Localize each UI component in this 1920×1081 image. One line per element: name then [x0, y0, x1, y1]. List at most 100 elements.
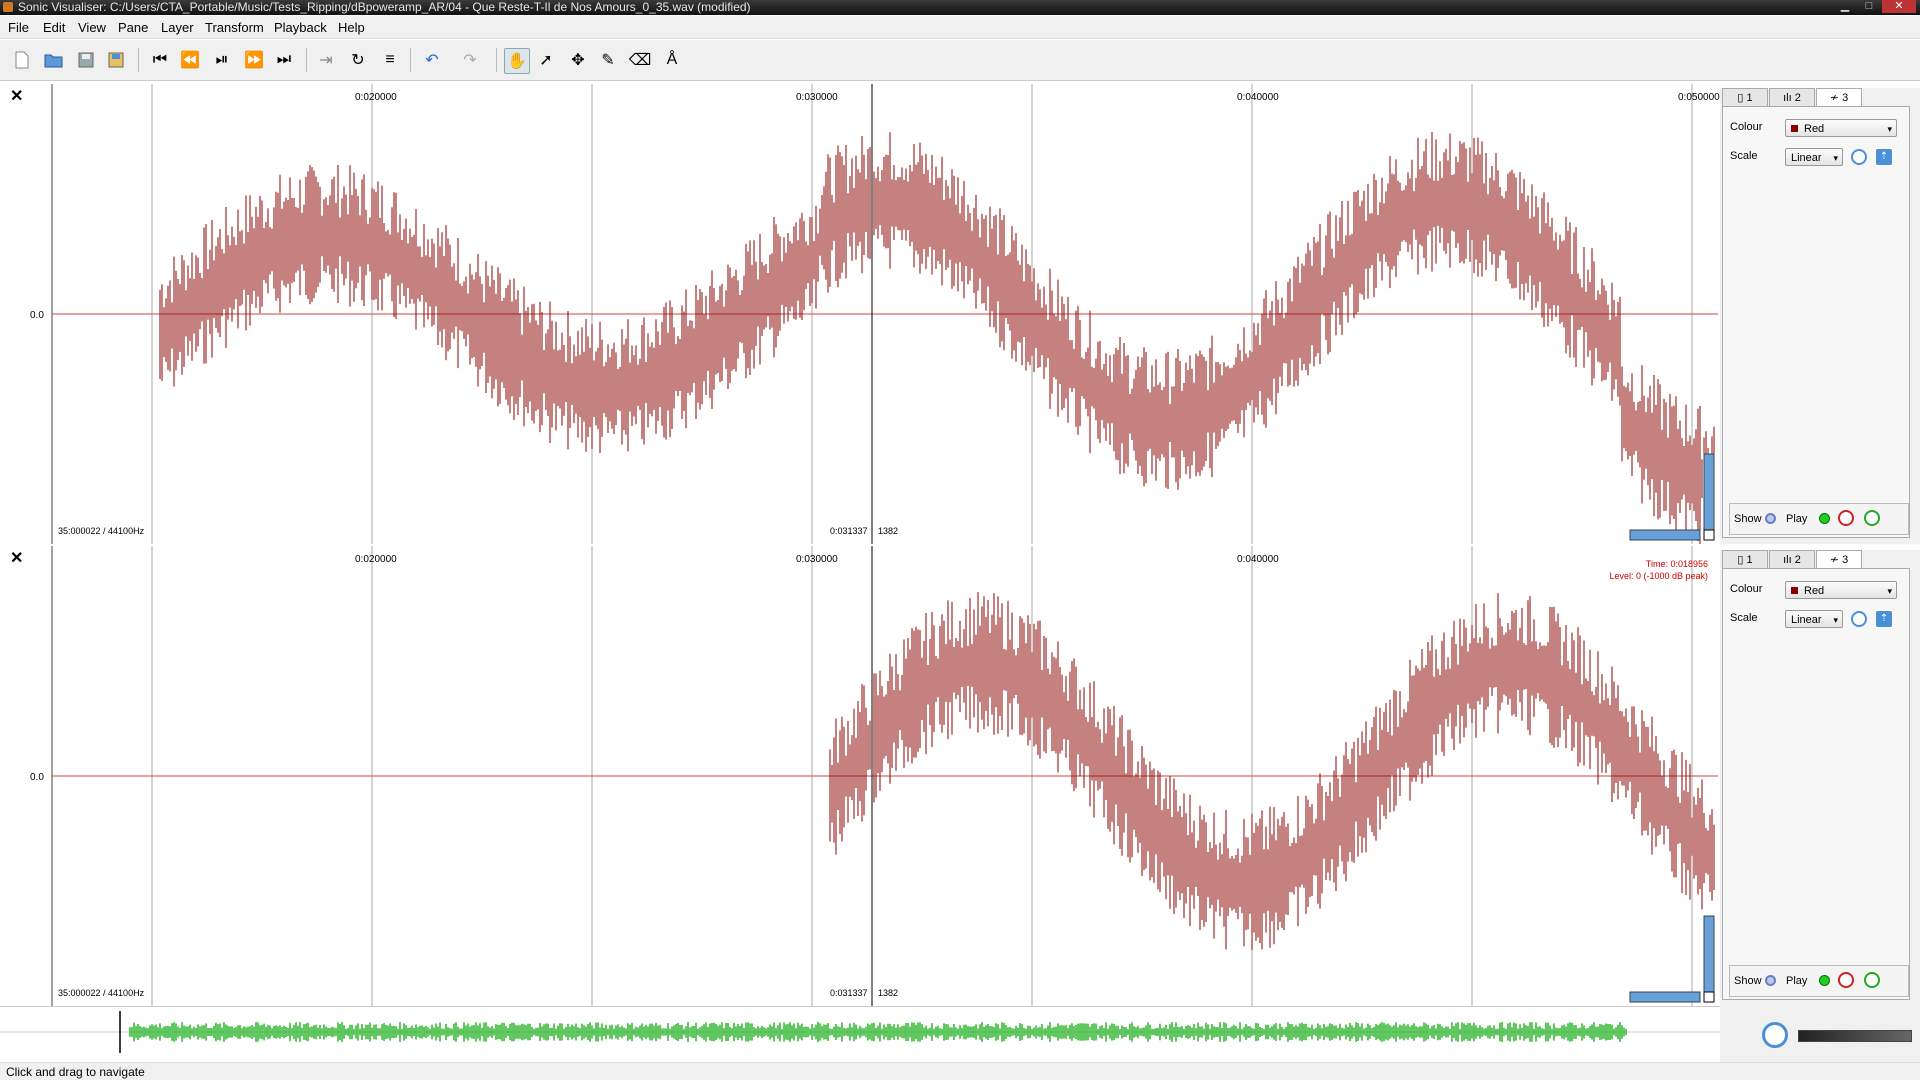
close-button[interactable]: ✕	[1882, 0, 1916, 13]
menu-transform[interactable]: Transform	[205, 20, 264, 35]
tab-layer-1[interactable]: ▯ 1	[1722, 550, 1768, 569]
time-tick-label: 0:050000	[1678, 92, 1720, 103]
cursor-frame-label: 1382	[878, 526, 899, 536]
colour-label: Colour	[1730, 121, 1763, 133]
time-tick-label: 0:040000	[1237, 554, 1279, 565]
select-icon[interactable]: ➚	[534, 48, 558, 72]
scale-select[interactable]: Linear	[1785, 610, 1843, 629]
forward-end-icon[interactable]: ⏭	[272, 48, 296, 72]
undo-icon[interactable]: ↶	[420, 48, 444, 72]
show-play-box: Show Play	[1729, 503, 1909, 535]
scale-select[interactable]: Linear	[1785, 148, 1843, 167]
menu-file[interactable]: File	[8, 20, 29, 35]
hover-level-label: Level: 0 (-1000 dB peak)	[1609, 571, 1708, 581]
overview-trace	[129, 1022, 1627, 1042]
waveform-canvas-1[interactable]	[0, 84, 1718, 544]
new-file-icon[interactable]	[10, 48, 34, 72]
gain-knob[interactable]	[1851, 611, 1867, 627]
vertical-zoom-thumb	[1703, 915, 1715, 999]
redo-icon[interactable]: ↷	[458, 48, 482, 72]
title-bar: Sonic Visualiser: C:/Users/CTA_Portable/…	[0, 0, 1920, 15]
colour-swatch	[1791, 587, 1798, 594]
save-session-icon[interactable]	[104, 48, 128, 72]
close-pane-icon[interactable]: ✕	[10, 548, 23, 568]
close-pane-icon[interactable]: ✕	[10, 86, 23, 106]
overview-waveform[interactable]	[0, 1006, 1720, 1057]
colour-select[interactable]: Red	[1785, 119, 1897, 138]
toolbar: ⏮ ⏪ ⏯ ⏩ ⏭ ⇥ ↻ ≡ ↶ ↷ ✋ ➚ ✥ ✎ ⌫ Å	[0, 40, 1920, 81]
menu-view[interactable]: View	[78, 20, 106, 35]
scale-label: Scale	[1730, 150, 1758, 162]
zoom-reset-box	[1703, 991, 1715, 1003]
show-toggle[interactable]	[1765, 975, 1776, 986]
play-gain-knob[interactable]	[1838, 972, 1854, 988]
play-toggle[interactable]	[1819, 975, 1830, 986]
tab-layer-2[interactable]: ılı 2	[1769, 550, 1815, 569]
open-icon[interactable]	[42, 48, 66, 72]
zero-level-label: 0.0	[30, 772, 44, 783]
waveform-canvas-2[interactable]	[0, 546, 1718, 1006]
waveform-pane-2[interactable]: ✕ 0:020000 0:030000 0:040000 0.0 Time: 0…	[0, 546, 1718, 1006]
tab-layer-2[interactable]: ılı 2	[1769, 88, 1815, 107]
navigate-icon[interactable]: ✋	[504, 48, 530, 74]
tab-layer-3[interactable]: ≁ 3	[1816, 88, 1862, 107]
move-icon[interactable]: ✥	[566, 48, 590, 72]
zoom-reset-box	[1703, 529, 1715, 541]
play-label: Play	[1786, 513, 1808, 525]
solo-icon[interactable]: ≡	[378, 48, 402, 72]
cursor-time-label: 0:031337	[830, 526, 868, 536]
volume-slider[interactable]	[1798, 1030, 1912, 1042]
rewind-start-icon[interactable]: ⏮	[148, 48, 172, 72]
playback-controls-area	[1720, 1006, 1920, 1062]
normalize-button[interactable]: ⇡	[1876, 611, 1892, 627]
sample-rate-label: 35:000022 / 44100Hz	[58, 526, 145, 536]
rewind-icon[interactable]: ⏪	[178, 48, 202, 72]
horizontal-zoom-thumb	[1629, 991, 1701, 1003]
play-selection-icon[interactable]: ⇥	[314, 48, 338, 72]
colour-label: Colour	[1730, 583, 1763, 595]
vertical-zoom-thumb	[1703, 453, 1715, 537]
measure-icon[interactable]: Å	[660, 48, 684, 72]
playback-speed-knob[interactable]	[1762, 1022, 1788, 1048]
normalize-button[interactable]: ⇡	[1876, 149, 1892, 165]
time-tick-label: 0:030000	[796, 92, 838, 103]
play-pause-icon[interactable]: ⏯	[210, 48, 234, 72]
time-tick-label: 0:040000	[1237, 92, 1279, 103]
cursor-time-label: 0:031337	[830, 988, 868, 998]
show-toggle[interactable]	[1765, 513, 1776, 524]
menu-edit[interactable]: Edit	[43, 20, 65, 35]
play-pan-knob[interactable]	[1864, 972, 1880, 988]
horizontal-zoom-thumb	[1629, 529, 1701, 541]
gain-knob[interactable]	[1851, 149, 1867, 165]
overview-canvas[interactable]	[0, 1007, 1720, 1057]
play-pan-knob[interactable]	[1864, 510, 1880, 526]
menu-help[interactable]: Help	[338, 20, 365, 35]
zero-level-label: 0.0	[30, 310, 44, 321]
save-icon[interactable]	[74, 48, 98, 72]
status-bar: Click and drag to navigate	[0, 1062, 1920, 1080]
play-gain-knob[interactable]	[1838, 510, 1854, 526]
time-tick-label: 0:020000	[355, 92, 397, 103]
erase-icon[interactable]: ⌫	[628, 48, 652, 72]
window-title: Sonic Visualiser: C:/Users/CTA_Portable/…	[18, 0, 751, 14]
loop-icon[interactable]: ↻	[346, 48, 370, 72]
menu-bar: File Edit View Pane Layer Transform Play…	[0, 16, 1920, 39]
colour-select[interactable]: Red	[1785, 581, 1897, 600]
menu-pane[interactable]: Pane	[118, 20, 148, 35]
menu-playback[interactable]: Playback	[274, 20, 327, 35]
draw-icon[interactable]: ✎	[596, 48, 620, 72]
minimize-button[interactable]: ▁	[1834, 0, 1856, 13]
menu-layer[interactable]: Layer	[161, 20, 194, 35]
show-label: Show	[1734, 513, 1762, 525]
waveform-pane-1[interactable]: ✕ 0:020000 0:030000 0:040000 0:050000 0.…	[0, 84, 1720, 544]
play-label: Play	[1786, 975, 1808, 987]
maximize-button[interactable]: □	[1858, 0, 1880, 13]
play-toggle[interactable]	[1819, 513, 1830, 524]
show-label: Show	[1734, 975, 1762, 987]
cursor-frame-label: 1382	[878, 988, 899, 998]
tab-layer-1[interactable]: ▯ 1	[1722, 88, 1768, 107]
tab-layer-3[interactable]: ≁ 3	[1816, 550, 1862, 569]
layer-properties-panel-1: ▯ 1 ılı 2 ≁ 3 Colour Red Scale Linear ⇡ …	[1720, 88, 1920, 544]
time-tick-label: 0:030000	[796, 554, 838, 565]
fast-forward-icon[interactable]: ⏩	[242, 48, 266, 72]
